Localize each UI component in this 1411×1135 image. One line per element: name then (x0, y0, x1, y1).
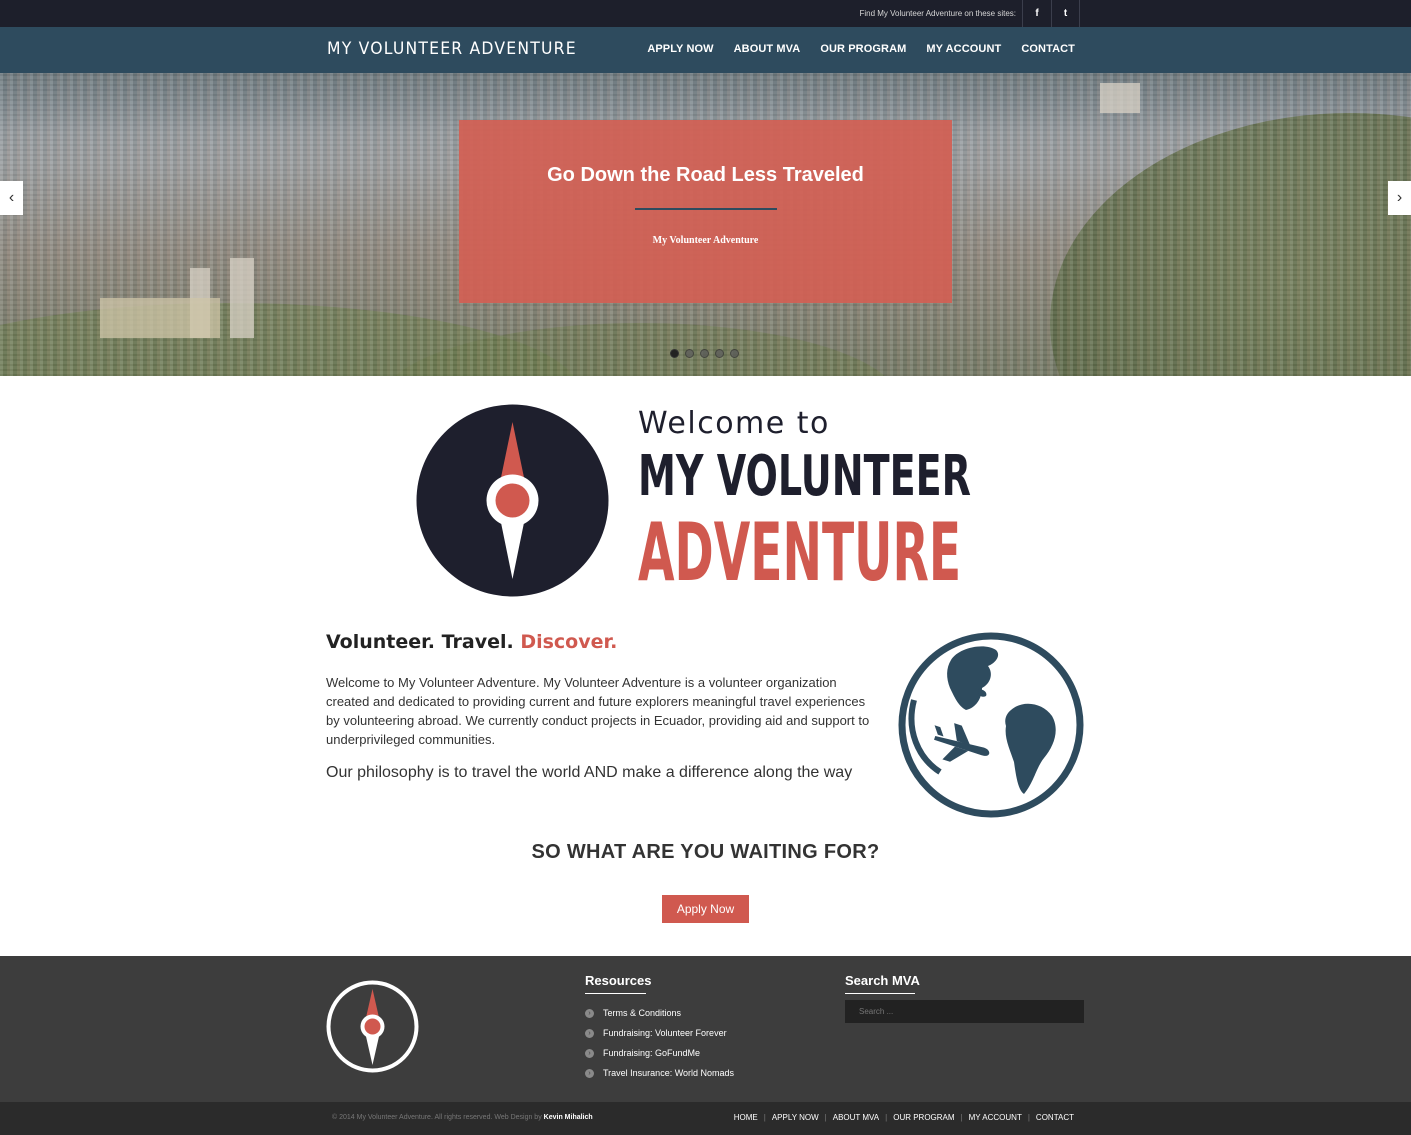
nav-separator: | (763, 1113, 766, 1122)
top-bar: Find My Volunteer Adventure on these sit… (0, 0, 1411, 27)
tagline: Volunteer. Travel. Discover. (326, 631, 617, 653)
slider-pagination (670, 349, 739, 358)
nav-my-account[interactable]: MY ACCOUNT (926, 43, 1001, 55)
chevron-right-icon: › (585, 1048, 594, 1058)
resource-link[interactable]: Fundraising: Volunteer Forever (603, 1028, 727, 1038)
chevron-right-icon: › (585, 1008, 594, 1018)
slider-dot[interactable] (670, 349, 679, 358)
copyright: © 2014 My Volunteer Adventure. All right… (332, 1114, 542, 1121)
footer-nav-apply-now[interactable]: APPLY NOW (772, 1113, 819, 1122)
slider-next-arrow-icon[interactable]: › (1388, 181, 1411, 215)
list-item[interactable]: › Fundraising: Volunteer Forever (585, 1023, 734, 1043)
chevron-right-icon: › (585, 1028, 594, 1038)
search-heading: Search MVA (845, 973, 920, 994)
list-item[interactable]: › Fundraising: GoFundMe (585, 1043, 734, 1063)
list-item[interactable]: › Travel Insurance: World Nomads (585, 1063, 734, 1083)
footer-nav-about-mva[interactable]: ABOUT MVA (833, 1113, 879, 1122)
site-brand[interactable]: MY VOLUNTEER ADVENTURE (327, 39, 577, 59)
footer-nav-my-account[interactable]: MY ACCOUNT (969, 1113, 1022, 1122)
slider-dot[interactable] (730, 349, 739, 358)
nav-separator: | (885, 1113, 888, 1122)
tagline-accent: Discover. (520, 631, 618, 653)
tagline-plain: Volunteer. Travel. (326, 631, 514, 653)
slide-caption-box: Go Down the Road Less Traveled My Volunt… (459, 120, 952, 303)
resources-heading-text: Resources (585, 973, 652, 988)
slider-prev-arrow-icon[interactable]: ‹ (0, 181, 23, 215)
footer-nav-contact[interactable]: CONTACT (1036, 1113, 1074, 1122)
slider-dot[interactable] (685, 349, 694, 358)
twitter-icon[interactable]: t (1051, 0, 1080, 27)
nav-about-mva[interactable]: ABOUT MVA (734, 43, 801, 55)
designer-link[interactable]: Kevin Mihalich (544, 1114, 593, 1121)
bottom-bar: © 2014 My Volunteer Adventure. All right… (0, 1102, 1411, 1135)
resource-link[interactable]: Travel Insurance: World Nomads (603, 1068, 734, 1078)
intro-paragraph: Welcome to My Volunteer Adventure. My Vo… (326, 675, 870, 747)
hero-building (100, 298, 220, 338)
heading-underline (845, 993, 915, 994)
chevron-right-icon: › (585, 1068, 594, 1078)
cta-heading: SO WHAT ARE YOU WAITING FOR? (531, 841, 880, 863)
hero-slider: Go Down the Road Less Traveled My Volunt… (0, 73, 1411, 376)
copyright-text: © 2014 My Volunteer Adventure. All right… (332, 1114, 593, 1121)
apply-now-button[interactable]: Apply Now (662, 895, 749, 923)
slider-dot[interactable] (700, 349, 709, 358)
find-us-text: Find My Volunteer Adventure on these sit… (859, 9, 1016, 18)
logo-wordmark-line1: MY VOLUNTEER (638, 444, 971, 509)
search-input[interactable] (845, 1000, 1084, 1023)
hero-building (1100, 83, 1140, 113)
logo-wordmark-line2: ADVENTURE (638, 506, 962, 599)
resource-link[interactable]: Terms & Conditions (603, 1008, 681, 1018)
compass-logo-icon (416, 404, 609, 597)
nav-our-program[interactable]: OUR PROGRAM (820, 43, 906, 55)
nav-contact[interactable]: CONTACT (1021, 43, 1075, 55)
nav-separator: | (960, 1113, 963, 1122)
resources-list: › Terms & Conditions › Fundraising: Volunt… (585, 1003, 734, 1083)
slide-title: Go Down the Road Less Traveled (547, 164, 864, 186)
nav-apply-now[interactable]: APPLY NOW (647, 43, 713, 55)
hero-building (230, 258, 254, 338)
main-nav-bar: MY VOLUNTEER ADVENTURE APPLY NOW ABOUT M… (0, 27, 1411, 73)
slide-divider (635, 208, 777, 210)
facebook-icon[interactable]: f (1022, 0, 1051, 27)
nav-separator: | (824, 1113, 827, 1122)
main-nav: APPLY NOW ABOUT MVA OUR PROGRAM MY ACCOU… (647, 43, 1075, 55)
search-heading-text: Search MVA (845, 973, 920, 988)
list-item[interactable]: › Terms & Conditions (585, 1003, 734, 1023)
footer: Resources › Terms & Conditions › Fundraisi… (0, 956, 1411, 1102)
globe-airplane-icon (898, 632, 1084, 818)
heading-underline (585, 993, 646, 994)
resources-heading: Resources (585, 973, 651, 994)
nav-separator: | (1027, 1113, 1030, 1122)
footer-nav-home[interactable]: HOME (734, 1113, 758, 1122)
footer-nav: HOME | APPLY NOW | ABOUT MVA | OUR PROGR… (734, 1113, 1074, 1122)
slider-dot[interactable] (715, 349, 724, 358)
footer-compass-logo-icon (326, 980, 419, 1073)
resource-link[interactable]: Fundraising: GoFundMe (603, 1048, 700, 1058)
philosophy-text: Our philosophy is to travel the world AN… (326, 764, 853, 781)
welcome-to-text: Welcome to (638, 406, 830, 441)
slide-subtitle: My Volunteer Adventure (652, 235, 759, 246)
footer-nav-our-program[interactable]: OUR PROGRAM (893, 1113, 954, 1122)
